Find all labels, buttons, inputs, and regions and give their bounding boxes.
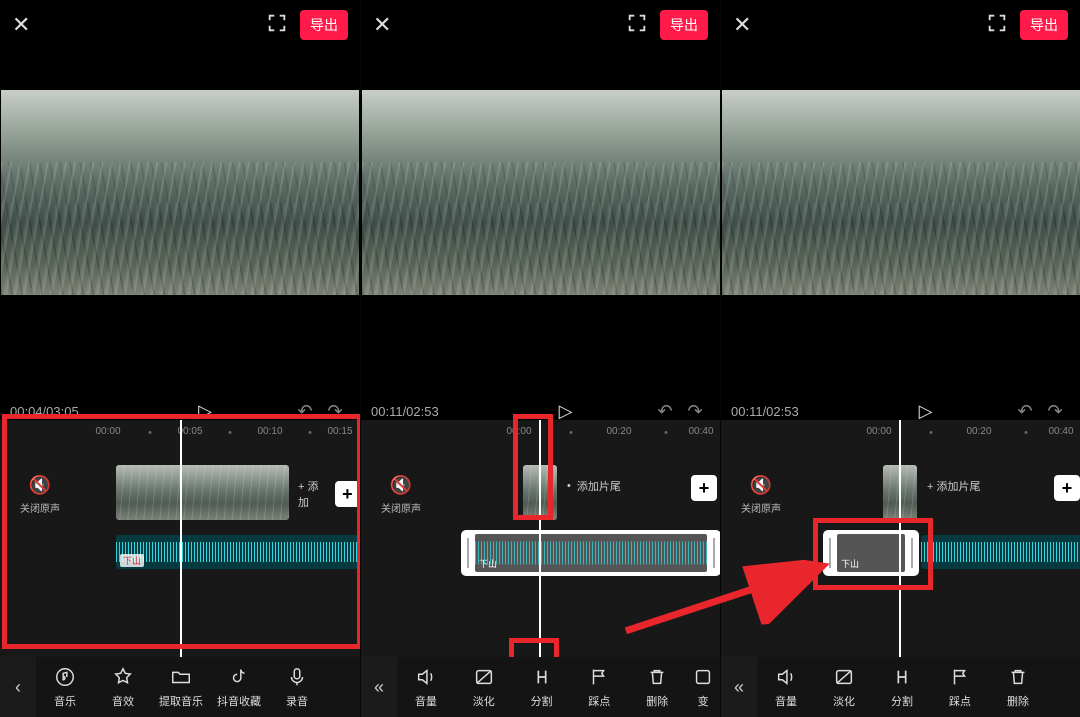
tool-volume[interactable]: 音量 xyxy=(757,665,815,709)
editor-panel-1: ✕ 导出 00:04/03:05 ▷ ↶ ↷ 00:00 00:05 00:10… xyxy=(0,0,360,717)
redo-icon[interactable]: ↷ xyxy=(680,401,710,422)
audio-clip-label: 下山 xyxy=(841,557,859,570)
timecode: 00:11/02:53 xyxy=(731,404,841,419)
trash-icon xyxy=(646,665,668,689)
tool-fade[interactable]: 淡化 xyxy=(815,665,873,709)
timeline[interactable]: 00:00 00:20 00:40 🔇 关闭原声 + 添加片尾 + 下山 xyxy=(721,420,1080,657)
star-icon xyxy=(112,665,134,689)
audio-clip-label: 下山 xyxy=(120,554,144,567)
mute-label: 关闭原声 xyxy=(741,504,781,515)
tool-tiktok-fav[interactable]: 抖音收藏 xyxy=(210,665,268,709)
tool-soundfx[interactable]: 音效 xyxy=(94,665,152,709)
tool-split[interactable]: 分割 xyxy=(513,665,571,709)
timecode: 00:04/03:05 xyxy=(10,404,120,419)
video-preview[interactable] xyxy=(1,90,359,295)
play-icon[interactable]: ▷ xyxy=(841,401,1010,422)
fade-icon xyxy=(473,665,495,689)
tool-volume[interactable]: 音量 xyxy=(397,665,455,709)
redo-icon[interactable]: ↷ xyxy=(1040,401,1070,422)
undo-icon[interactable]: ↶ xyxy=(290,401,320,422)
audio-clip-selected[interactable]: 下山 xyxy=(823,530,919,576)
close-icon[interactable]: ✕ xyxy=(12,12,42,38)
tool-beat[interactable]: 踩点 xyxy=(570,665,628,709)
video-preview[interactable] xyxy=(722,90,1080,295)
back-icon[interactable]: « xyxy=(361,657,397,717)
fade-icon xyxy=(833,665,855,689)
tiktok-icon xyxy=(228,665,250,689)
tool-extract-music[interactable]: 提取音乐 xyxy=(152,665,210,709)
tool-beat[interactable]: 踩点 xyxy=(931,665,989,709)
topbar: ✕ 导出 xyxy=(721,0,1080,50)
tool-music[interactable]: 音乐 xyxy=(36,665,94,709)
speaker-icon: 🔇 xyxy=(731,475,791,496)
audio-clip-remainder[interactable] xyxy=(921,535,1080,569)
flag-icon xyxy=(949,665,971,689)
trash-icon xyxy=(1007,665,1029,689)
split-icon xyxy=(891,665,913,689)
volume-icon xyxy=(775,665,797,689)
add-tail[interactable]: • 添加片尾 xyxy=(567,478,621,494)
playhead[interactable] xyxy=(180,420,182,657)
add-tail[interactable]: + 添加片尾 xyxy=(927,478,980,494)
export-button[interactable]: 导出 xyxy=(1020,10,1068,40)
tool-delete[interactable]: 删除 xyxy=(628,665,686,709)
topbar: ✕ 导出 xyxy=(361,0,720,50)
undo-icon[interactable]: ↶ xyxy=(1010,401,1040,422)
play-icon[interactable]: ▷ xyxy=(120,401,290,422)
toolbar: ‹ 音乐 音效 提取音乐 抖音收藏 录音 xyxy=(0,657,360,717)
back-icon[interactable]: « xyxy=(721,657,757,717)
topbar: ✕ 导出 xyxy=(0,0,360,50)
timecode: 00:11/02:53 xyxy=(371,404,481,419)
speaker-icon: 🔇 xyxy=(10,475,70,496)
mute-original[interactable]: 🔇 关闭原声 xyxy=(371,475,431,515)
editor-panel-3: ✕ 导出 00:11/02:53 ▷ ↶ ↷ 00:00 00:20 00:40… xyxy=(720,0,1080,717)
timeline[interactable]: 00:00 00:20 00:40 🔇 关闭原声 • 添加片尾 + 下山 xyxy=(361,420,720,657)
back-icon[interactable]: ‹ xyxy=(0,657,36,717)
undo-icon[interactable]: ↶ xyxy=(650,401,680,422)
toolbar: « 音量 淡化 分割 踩点 删除 xyxy=(721,657,1080,717)
mute-original[interactable]: 🔇 关闭原声 xyxy=(731,475,791,515)
mute-label: 关闭原声 xyxy=(20,504,60,515)
close-icon[interactable]: ✕ xyxy=(733,12,763,38)
add-tail-label: + 添加 xyxy=(298,478,329,510)
tool-fade[interactable]: 淡化 xyxy=(455,665,513,709)
play-icon[interactable]: ▷ xyxy=(481,401,650,422)
video-preview[interactable] xyxy=(362,90,720,295)
speaker-icon: 🔇 xyxy=(371,475,431,496)
volume-icon xyxy=(415,665,437,689)
flag-icon xyxy=(588,665,610,689)
more-icon xyxy=(692,665,714,689)
add-tail-label: + 添加片尾 xyxy=(927,478,980,494)
audio-clip-selected[interactable]: 下山 xyxy=(461,530,720,576)
folder-icon xyxy=(170,665,192,689)
fullscreen-icon[interactable] xyxy=(262,12,292,39)
plus-icon[interactable]: + xyxy=(1054,475,1080,501)
export-button[interactable]: 导出 xyxy=(660,10,708,40)
redo-icon[interactable]: ↷ xyxy=(320,401,350,422)
tool-split[interactable]: 分割 xyxy=(873,665,931,709)
mic-icon xyxy=(286,665,308,689)
playhead[interactable] xyxy=(899,420,901,657)
video-clip[interactable] xyxy=(116,465,289,520)
tool-record[interactable]: 录音 xyxy=(268,665,326,709)
plus-icon[interactable]: + xyxy=(335,481,360,507)
add-tail[interactable]: + 添加 + xyxy=(298,478,360,510)
mute-original[interactable]: 🔇 关闭原声 xyxy=(10,475,70,515)
add-tail-label: 添加片尾 xyxy=(577,478,621,494)
export-button[interactable]: 导出 xyxy=(300,10,348,40)
plus-icon[interactable]: + xyxy=(691,475,717,501)
timeline[interactable]: 00:00 00:05 00:10 00:15 🔇 关闭原声 + 添加 + 下山 xyxy=(0,420,360,657)
playhead[interactable] xyxy=(539,420,541,657)
mute-label: 关闭原声 xyxy=(381,504,421,515)
close-icon[interactable]: ✕ xyxy=(373,12,403,38)
fullscreen-icon[interactable] xyxy=(982,12,1012,39)
audio-clip[interactable]: 下山 xyxy=(116,535,360,569)
tool-more[interactable]: 变 xyxy=(686,665,720,709)
split-icon xyxy=(531,665,553,689)
toolbar: « 音量 淡化 分割 踩点 删除 xyxy=(361,657,720,717)
music-icon xyxy=(54,665,76,689)
tool-delete[interactable]: 删除 xyxy=(989,665,1047,709)
editor-panel-2: ✕ 导出 00:11/02:53 ▷ ↶ ↷ 00:00 00:20 00:40… xyxy=(360,0,720,717)
fullscreen-icon[interactable] xyxy=(622,12,652,39)
